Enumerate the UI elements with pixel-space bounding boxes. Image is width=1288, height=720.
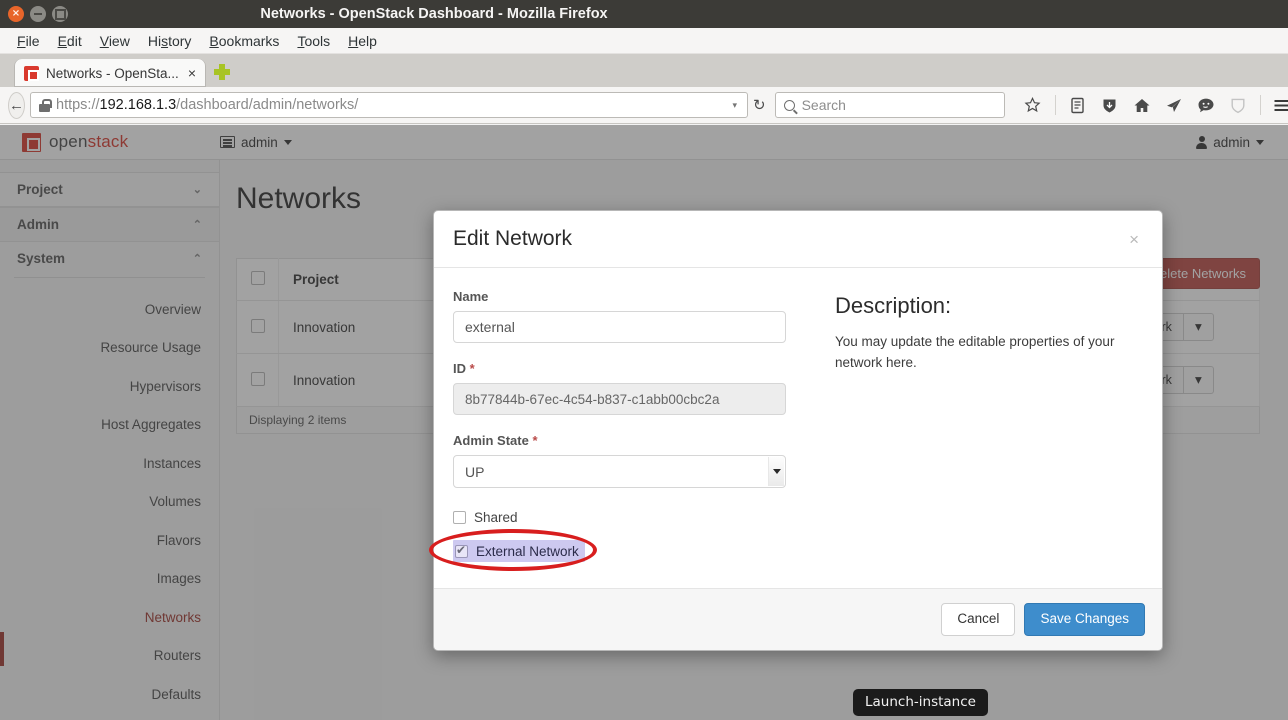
menu-tools[interactable]: Tools [288, 33, 339, 49]
share-paperplane-icon[interactable] [1159, 91, 1189, 119]
chevron-down-icon [773, 469, 781, 474]
modal-body: Name external ID * 8b77844b-67ec-4c54-b8… [434, 268, 1162, 588]
openstack-favicon-icon [24, 66, 39, 81]
window-title: Networks - OpenStack Dashboard - Mozilla… [0, 6, 1288, 22]
chevron-down-icon[interactable]: ▾ [726, 100, 743, 111]
minimize-button[interactable] [30, 6, 46, 22]
search-icon [784, 100, 795, 111]
admin-state-value: UP [465, 464, 484, 480]
toolbar-divider [1055, 95, 1056, 115]
close-icon[interactable]: × [1125, 229, 1143, 250]
description-heading: Description: [835, 293, 1143, 319]
back-arrow-icon[interactable]: ← [8, 92, 25, 119]
modal-description: Description: You may update the editable… [805, 289, 1143, 562]
menu-view[interactable]: View [91, 33, 139, 49]
url-bar[interactable]: https://192.168.1.3/dashboard/admin/netw… [30, 92, 748, 118]
menu-bookmarks[interactable]: Bookmarks [200, 33, 288, 49]
taskbar-tooltip: Launch-instance [853, 689, 988, 716]
shared-label[interactable]: Shared [474, 510, 518, 525]
menu-file[interactable]: File [8, 33, 49, 49]
reader-list-icon[interactable] [1063, 91, 1093, 119]
modal-footer: Cancel Save Changes [434, 588, 1162, 650]
menu-edit[interactable]: Edit [49, 33, 91, 49]
window-titlebar: × Networks - OpenStack Dashboard - Mozil… [0, 0, 1288, 28]
name-input[interactable]: external [453, 311, 786, 343]
padlock-icon [39, 99, 50, 112]
select-arrow-box [768, 457, 784, 486]
field-admin-state: Admin State * UP [453, 433, 805, 488]
chat-smiley-icon[interactable] [1191, 91, 1221, 119]
save-changes-button[interactable]: Save Changes [1024, 603, 1145, 636]
browser-tab[interactable]: Networks - OpenSta... × [14, 59, 206, 87]
modal-form: Name external ID * 8b77844b-67ec-4c54-b8… [453, 289, 805, 562]
window-controls: × [8, 6, 68, 22]
search-bar[interactable]: Search [775, 92, 1005, 118]
menubar: File Edit View History Bookmarks Tools H… [0, 28, 1288, 54]
external-network-label[interactable]: External Network [476, 544, 579, 559]
toolbar-icons [1018, 91, 1288, 119]
id-label: ID * [453, 361, 805, 376]
close-button[interactable]: × [8, 6, 24, 22]
id-input[interactable]: 8b77844b-67ec-4c54-b837-c1abb00cbc2a [453, 383, 786, 415]
external-network-checkbox[interactable] [455, 545, 468, 558]
shared-checkbox[interactable] [453, 511, 466, 524]
maximize-button[interactable] [52, 6, 68, 22]
modal-title: Edit Network [453, 227, 572, 251]
field-name: Name external [453, 289, 805, 343]
url-text: https://192.168.1.3/dashboard/admin/netw… [56, 97, 720, 113]
admin-state-select[interactable]: UP [453, 455, 786, 488]
new-tab-plus-icon[interactable] [212, 62, 232, 82]
modal-header: Edit Network × [434, 211, 1162, 268]
cancel-button[interactable]: Cancel [941, 603, 1015, 636]
shield-download-icon[interactable] [1095, 91, 1125, 119]
edit-network-modal: Edit Network × Name external ID * 8b7784… [433, 210, 1163, 651]
navigation-toolbar: ← https://192.168.1.3/dashboard/admin/ne… [0, 87, 1288, 124]
reload-icon[interactable]: ↻ [753, 96, 766, 114]
description-text: You may update the editable properties o… [835, 332, 1143, 374]
noscript-shield-icon[interactable] [1223, 91, 1253, 119]
tab-label: Networks - OpenSta... [46, 66, 179, 81]
search-placeholder: Search [802, 97, 846, 113]
shared-checkbox-row[interactable]: Shared [453, 506, 518, 528]
bookmark-star-icon[interactable] [1018, 91, 1048, 119]
external-network-checkbox-row[interactable]: External Network [453, 540, 585, 562]
toolbar-divider-2 [1260, 95, 1261, 115]
field-id: ID * 8b77844b-67ec-4c54-b837-c1abb00cbc2… [453, 361, 805, 415]
admin-state-label: Admin State * [453, 433, 805, 448]
menu-history[interactable]: History [139, 33, 201, 49]
home-icon[interactable] [1127, 91, 1157, 119]
name-label: Name [453, 289, 805, 304]
menu-help[interactable]: Help [339, 33, 386, 49]
tabstrip: Networks - OpenSta... × [0, 54, 1288, 87]
hamburger-menu-icon[interactable] [1268, 91, 1288, 119]
required-marker: * [470, 361, 475, 376]
required-marker: * [532, 433, 537, 448]
tab-close-icon[interactable]: × [186, 65, 198, 81]
